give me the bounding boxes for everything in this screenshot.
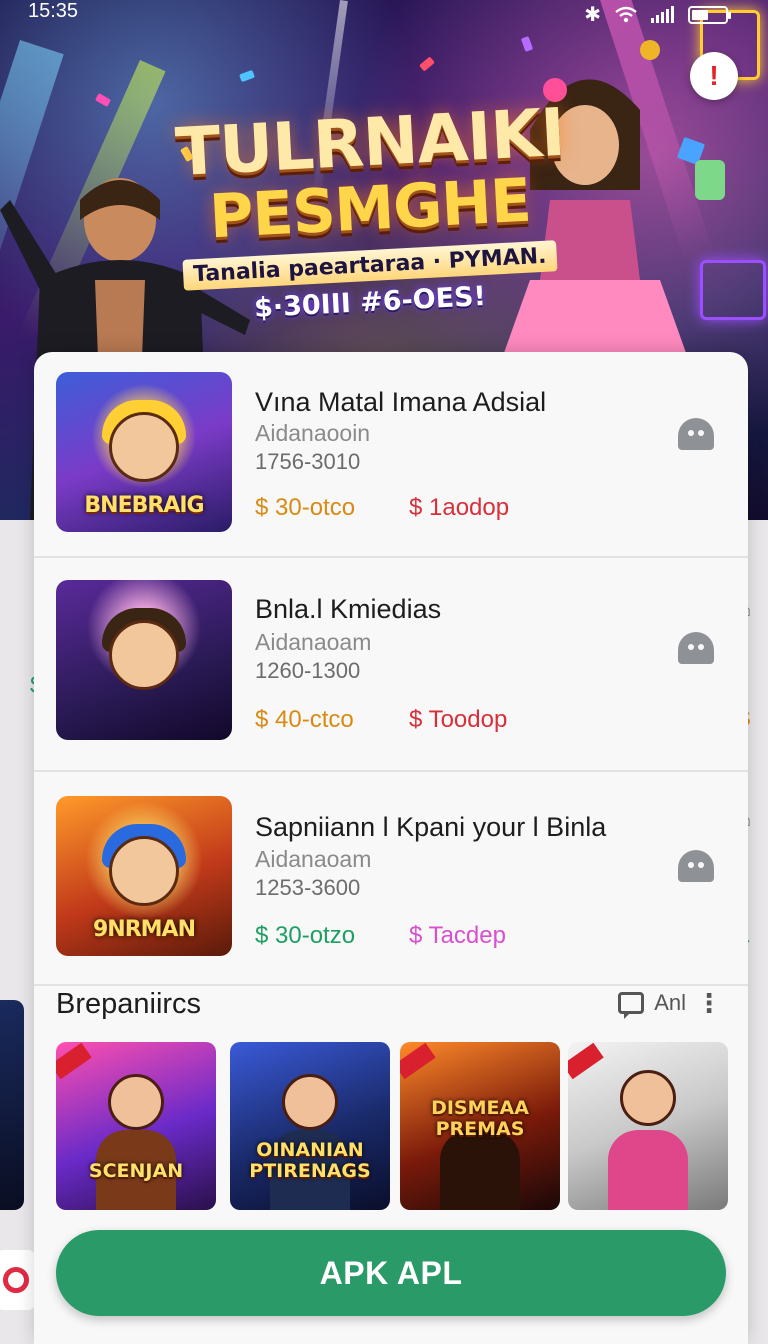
carousel-tile[interactable]: SCENJAN [56, 1042, 216, 1210]
status-time: 15:35 [28, 0, 79, 22]
game-range: 1260-1300 [255, 658, 361, 683]
status-bar: 15:35 ✱ [0, 0, 768, 26]
game-price-secondary: $ 1aodop [409, 494, 510, 521]
wifi-icon [615, 6, 637, 22]
carousel-tile[interactable]: OINANIAN PTIRENAGS [230, 1042, 390, 1210]
game-subtitle: Aidanaoam [255, 846, 372, 872]
status-icons: ✱ [584, 2, 731, 27]
ghost-icon[interactable] [678, 418, 714, 450]
cta-container: APK APL [34, 1212, 748, 1344]
carousel-tile-logo: DISMEAA PREMAS [431, 1097, 529, 1140]
hero-title: TULRNAIKI PESMGHE Tanalia paeartaraa · P… [160, 94, 580, 324]
bluetooth-icon: ✱ [584, 4, 601, 26]
game-thumbnail-logo: BNEBRAIG [84, 493, 204, 518]
game-list-item[interactable]: BNEBRAIG Vına Matal Imana Adsial Aidanao… [34, 352, 748, 558]
section-action-label[interactable]: Anl [654, 990, 686, 1016]
game-carousel[interactable]: SCENJAN OINANIAN PTIRENAGS DISMEAA PREMA… [56, 1042, 748, 1212]
game-price-primary: $ 30-otzo [255, 922, 356, 949]
battery-icon [688, 5, 731, 24]
more-vertical-icon[interactable]: ⋮ [696, 990, 722, 1016]
app-logo-icon[interactable] [0, 1250, 36, 1310]
section-actions: Anl ⋮ [618, 990, 722, 1019]
game-price-primary: $ 30-otco [255, 494, 356, 521]
game-price-primary: $ 40-ctco [255, 706, 354, 733]
apk-download-button[interactable]: APK APL [56, 1230, 726, 1316]
game-thumbnail[interactable] [56, 580, 232, 740]
game-thumbnail[interactable]: 9NRMAN [56, 796, 232, 956]
carousel-tile-logo: OINANIAN PTIRENAGS [249, 1139, 371, 1182]
ghost-icon[interactable] [678, 632, 714, 664]
game-list: BNEBRAIG Vına Matal Imana Adsial Aidanao… [34, 352, 748, 986]
confetti [94, 93, 112, 107]
game-list-item[interactable]: 9NRMAN Sapniiann l Kpani your l Binla Ai… [34, 772, 748, 986]
alert-button[interactable]: ! [690, 52, 738, 100]
game-thumbnail-logo: 9NRMAN [93, 917, 196, 942]
peek-card-left[interactable] [0, 1000, 24, 1210]
game-sheet: BNEBRAIG Vına Matal Imana Adsial Aidanao… [34, 352, 748, 1344]
signal-icon [651, 5, 674, 23]
game-list-item[interactable]: Bnla.l Kmiedias Aidanaoam 1260-1300 $ 40… [34, 558, 748, 772]
game-subtitle: Aidanaoam [255, 629, 372, 655]
carousel-tile-logo: SCENJAN [88, 1160, 184, 1182]
game-price-secondary: $ Toodop [409, 706, 508, 733]
carousel-tile[interactable] [568, 1042, 728, 1210]
ghost-icon[interactable] [678, 850, 714, 882]
game-price-secondary: $ Tacdep [409, 922, 506, 949]
confetti [419, 56, 435, 72]
game-subtitle: Aidanaooin [255, 420, 371, 446]
game-range: 1253-3600 [255, 875, 361, 900]
game-title: Vına Matal Imana Adsial [255, 387, 547, 417]
game-range: 1756-3010 [255, 449, 361, 474]
section-title: Brepaniircs [56, 988, 202, 1020]
chat-icon[interactable] [618, 992, 645, 1019]
game-thumbnail[interactable]: BNEBRAIG [56, 372, 232, 532]
confetti [239, 69, 255, 83]
game-title: Bnla.l Kmiedias [255, 594, 442, 624]
carousel-tile[interactable]: DISMEAA PREMAS [400, 1042, 560, 1210]
game-title: Sapniiann l Kpani your l Binla [255, 812, 607, 842]
